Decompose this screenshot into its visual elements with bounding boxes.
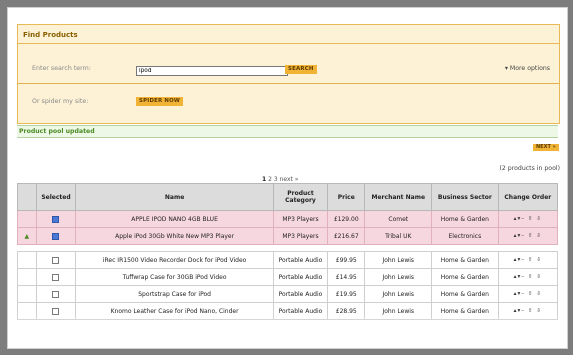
column-header bbox=[17, 183, 37, 211]
find-products-panel: Find Products Enter search term: SEARCH … bbox=[17, 24, 560, 124]
product-price: £14.95 bbox=[327, 268, 366, 286]
change-order-controls[interactable]: ▴▾– ⇧ ⇩ bbox=[497, 210, 559, 228]
move-up-icon[interactable] bbox=[17, 210, 37, 228]
move-up-icon[interactable]: ▲ bbox=[17, 227, 37, 245]
spider-label: Or spider my site: bbox=[32, 98, 89, 105]
column-header-category[interactable]: Product Category bbox=[272, 183, 329, 211]
table-row[interactable]: iRec IR1500 Video Recorder Dock for iPod… bbox=[17, 251, 559, 269]
pagination: 1 2 3 next » bbox=[262, 176, 298, 183]
merchant-name: John Lewis bbox=[364, 251, 433, 269]
column-header-sector[interactable]: Business Sector bbox=[431, 183, 499, 211]
change-order-controls[interactable]: ▴▾– ⇧ ⇩ bbox=[497, 268, 559, 286]
product-name: Apple iPod 30Gb White New MP3 Player bbox=[75, 227, 274, 245]
selected-cell bbox=[35, 210, 77, 228]
table-row-selected[interactable]: ▲ Apple iPod 30Gb White New MP3 Player M… bbox=[17, 227, 559, 245]
status-message: Product pool updated bbox=[19, 128, 95, 135]
spider-now-button[interactable]: SPIDER NOW bbox=[136, 97, 184, 106]
product-name: APPLE IPOD NANO 4GB BLUE bbox=[75, 210, 274, 228]
pool-count: (2 products in pool) bbox=[499, 165, 560, 172]
column-header-name[interactable]: Name bbox=[75, 183, 274, 211]
change-order-controls[interactable]: ▴▾– ⇧ ⇩ bbox=[497, 285, 559, 303]
merchant-name: Comet bbox=[364, 210, 433, 228]
column-header-price[interactable]: Price bbox=[327, 183, 366, 211]
business-sector: Home & Garden bbox=[431, 210, 499, 228]
change-order-controls[interactable]: ▴▾– ⇧ ⇩ bbox=[497, 227, 559, 245]
selected-cell bbox=[35, 268, 77, 286]
status-message-bar: Product pool updated bbox=[17, 125, 558, 138]
row-spacer bbox=[17, 244, 558, 252]
product-name: Tuffwrap Case for 30GB iPod Video bbox=[75, 268, 274, 286]
app-window: Find Products Enter search term: SEARCH … bbox=[7, 7, 568, 349]
product-category: Portable Audio bbox=[272, 285, 329, 303]
product-price: £99.95 bbox=[327, 251, 366, 269]
page-current: 1 bbox=[262, 176, 267, 183]
business-sector: Home & Garden bbox=[431, 268, 499, 286]
more-options-link[interactable]: ▾ More options bbox=[505, 65, 550, 72]
search-button[interactable]: SEARCH bbox=[285, 65, 317, 74]
table-row[interactable]: Tuffwrap Case for 30GB iPod Video Portab… bbox=[17, 268, 559, 286]
selected-checkbox[interactable] bbox=[52, 232, 60, 240]
column-header-change-order: Change Order bbox=[497, 183, 559, 211]
selected-checkbox[interactable] bbox=[52, 290, 60, 298]
search-label: Enter search term: bbox=[32, 65, 91, 72]
product-category: MP3 Players bbox=[272, 210, 329, 228]
selected-checkbox[interactable] bbox=[52, 256, 60, 264]
change-order-controls[interactable]: ▴▾– ⇧ ⇩ bbox=[497, 251, 559, 269]
merchant-name: John Lewis bbox=[364, 285, 433, 303]
next-page-link[interactable]: next » bbox=[280, 176, 299, 183]
merchant-name: Tribal UK bbox=[364, 227, 433, 245]
search-input[interactable] bbox=[136, 66, 288, 76]
panel-title: Find Products bbox=[23, 31, 78, 39]
product-category: Portable Audio bbox=[272, 251, 329, 269]
selected-cell bbox=[35, 285, 77, 303]
product-pool-table: Selected Name Product Category Price Mer… bbox=[17, 183, 559, 320]
product-category: Portable Audio bbox=[272, 268, 329, 286]
divider bbox=[18, 43, 559, 44]
table-row[interactable]: Sportstrap Case for iPod Portable Audio … bbox=[17, 285, 559, 303]
table-header-row: Selected Name Product Category Price Mer… bbox=[17, 183, 559, 211]
column-header-merchant[interactable]: Merchant Name bbox=[364, 183, 433, 211]
business-sector: Home & Garden bbox=[431, 285, 499, 303]
business-sector: Home & Garden bbox=[431, 251, 499, 269]
business-sector: Electronics bbox=[431, 227, 499, 245]
selected-checkbox[interactable] bbox=[52, 215, 60, 223]
product-price: £19.95 bbox=[327, 285, 366, 303]
selected-cell bbox=[35, 227, 77, 245]
scroll-fade-overlay bbox=[17, 314, 558, 348]
product-name: iRec IR1500 Video Recorder Dock for iPod… bbox=[75, 251, 274, 269]
product-price: £216.67 bbox=[327, 227, 366, 245]
selected-cell bbox=[35, 251, 77, 269]
product-price: £129.00 bbox=[327, 210, 366, 228]
selected-checkbox[interactable] bbox=[52, 273, 60, 281]
product-category: MP3 Players bbox=[272, 227, 329, 245]
product-name: Sportstrap Case for iPod bbox=[75, 285, 274, 303]
merchant-name: John Lewis bbox=[364, 268, 433, 286]
page-links[interactable]: 2 3 bbox=[268, 176, 278, 183]
divider bbox=[18, 83, 559, 84]
next-button[interactable]: NEXT » bbox=[533, 144, 559, 151]
table-row-selected[interactable]: APPLE IPOD NANO 4GB BLUE MP3 Players £12… bbox=[17, 210, 559, 228]
column-header-selected[interactable]: Selected bbox=[35, 183, 77, 211]
